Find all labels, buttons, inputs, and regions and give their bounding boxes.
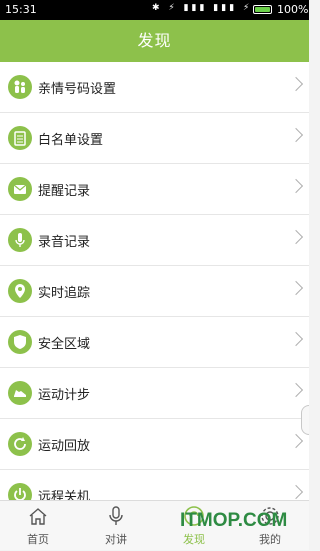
menu-item-label: 录音记录 <box>38 235 91 250</box>
shield-icon <box>8 330 32 354</box>
menu-item-safe-zone[interactable]: 安全区域 <box>0 317 309 368</box>
chevron-right-icon <box>288 484 304 500</box>
chevron-right-icon <box>288 280 304 296</box>
tab-label: 发现 <box>183 533 205 546</box>
tab-home[interactable]: 首页 <box>8 501 68 551</box>
chevron-right-icon <box>288 127 304 143</box>
chevron-right-icon <box>288 229 304 245</box>
menu-item-live-tracking[interactable]: 实时追踪 <box>0 266 309 317</box>
tab-label: 我的 <box>259 533 281 546</box>
menu-item-label: 运动计步 <box>38 388 91 403</box>
clipboard-icon <box>8 126 32 150</box>
family-icon <box>8 75 32 99</box>
discover-menu: 亲情号码设置 白名单设置 提醒记录 录音记录 实时追踪 安全区域 运动计步 运动… <box>0 62 309 521</box>
menu-item-motion-replay[interactable]: 运动回放 <box>0 419 309 470</box>
home-icon <box>26 504 50 528</box>
status-bar: 15:31 ✱ ⚡ ▮▮▮ ▮▮▮ ⚡ 100% <box>0 0 309 20</box>
status-icons: ✱ ⚡ ▮▮▮ ▮▮▮ ⚡ <box>152 3 253 13</box>
menu-item-label: 运动回放 <box>38 439 91 454</box>
menu-item-whitelist[interactable]: 白名单设置 <box>0 113 309 164</box>
chevron-right-icon <box>288 178 304 194</box>
menu-item-label: 实时追踪 <box>38 286 91 301</box>
tab-intercom[interactable]: 对讲 <box>86 501 146 551</box>
battery-percent: 100% <box>277 3 309 16</box>
tab-label: 首页 <box>27 533 49 546</box>
status-time: 15:31 <box>5 3 37 16</box>
menu-item-reminders[interactable]: 提醒记录 <box>0 164 309 215</box>
page-title: 发现 <box>0 20 309 62</box>
chevron-right-icon <box>288 433 304 449</box>
sneaker-icon <box>8 381 32 405</box>
chevron-right-icon <box>288 382 304 398</box>
envelope-icon <box>8 177 32 201</box>
location-pin-icon <box>8 279 32 303</box>
scroll-handle[interactable] <box>301 405 309 435</box>
replay-icon <box>8 432 32 456</box>
menu-item-recordings[interactable]: 录音记录 <box>0 215 309 266</box>
menu-item-label: 提醒记录 <box>38 184 91 199</box>
battery-icon <box>253 5 272 14</box>
watermark: ITMOP.COM <box>180 510 288 531</box>
tab-label: 对讲 <box>105 533 127 546</box>
microphone-icon <box>8 228 32 252</box>
chevron-right-icon <box>288 76 304 92</box>
menu-item-label: 亲情号码设置 <box>38 82 117 97</box>
menu-item-label: 白名单设置 <box>38 133 104 148</box>
menu-item-label: 安全区域 <box>38 337 91 352</box>
menu-item-family-numbers[interactable]: 亲情号码设置 <box>0 62 309 113</box>
menu-item-step-count[interactable]: 运动计步 <box>0 368 309 419</box>
microphone-icon <box>104 504 128 528</box>
chevron-right-icon <box>288 331 304 347</box>
